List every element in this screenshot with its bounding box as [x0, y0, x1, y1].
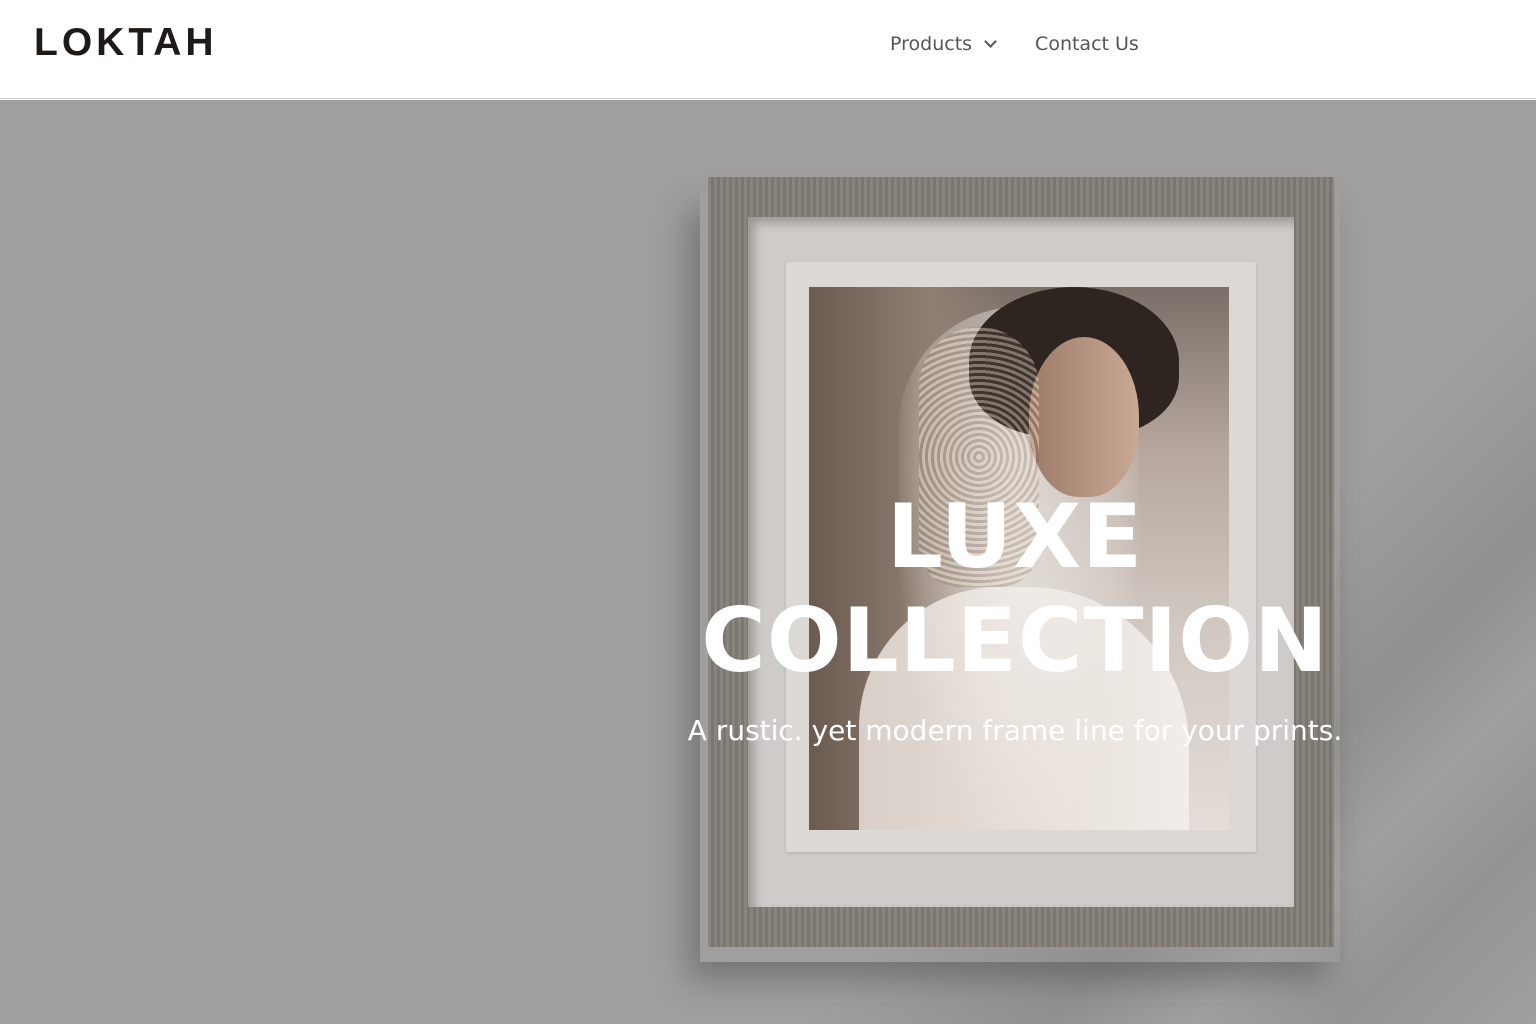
site-header: LOKTAH Products Contact Us	[0, 0, 1536, 99]
nav-contact-us[interactable]: Contact Us	[1035, 30, 1139, 58]
chevron-down-icon	[984, 35, 997, 48]
hero-title: LUXE COLLECTION	[701, 485, 1329, 692]
photo-face	[1029, 337, 1139, 497]
hero-subtitle: A rustic. yet modern frame line for your…	[687, 714, 1343, 747]
nav-contact-label: Contact Us	[1035, 33, 1139, 55]
nav-products-label: Products	[890, 33, 973, 55]
nav-products[interactable]: Products	[890, 30, 997, 58]
site-logo[interactable]: LOKTAH	[34, 20, 218, 66]
hero-banner: LUXE COLLECTION A rustic. yet modern fra…	[0, 100, 1536, 1024]
main-nav: Products Contact Us	[890, 30, 1139, 58]
hero-text-block: LUXE COLLECTION A rustic. yet modern fra…	[560, 485, 1470, 749]
